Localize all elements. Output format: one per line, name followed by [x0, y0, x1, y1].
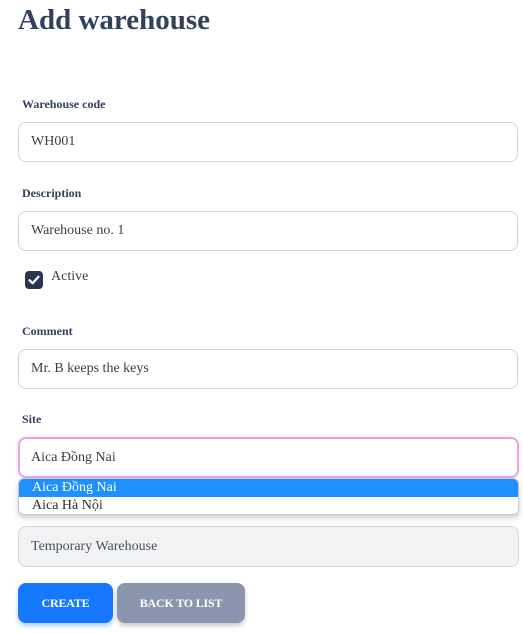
warehouse-type-value: Temporary Warehouse: [31, 538, 158, 554]
site-option-dong-nai[interactable]: Aica Đồng Nai: [19, 479, 518, 497]
description-input[interactable]: Warehouse no. 1: [18, 211, 518, 251]
comment-input[interactable]: Mr. B keeps the keys: [18, 349, 518, 389]
page-title: Add warehouse: [18, 4, 211, 36]
site-select[interactable]: Aica Đồng Nai: [18, 437, 519, 478]
comment-label: Comment: [22, 324, 73, 338]
warehouse-type-field[interactable]: Temporary Warehouse: [18, 526, 519, 567]
site-selected-value: Aica Đồng Nai: [31, 449, 116, 465]
warehouse-code-input[interactable]: WH001: [18, 122, 518, 162]
warehouse-code-label: Warehouse code: [22, 97, 106, 111]
site-label: Site: [22, 412, 42, 426]
checkmark-icon: [28, 275, 40, 285]
site-dropdown-list: Aica Đồng Nai Aica Hà Nội: [18, 478, 519, 515]
active-checkbox[interactable]: [25, 271, 43, 289]
description-value: Warehouse no. 1: [31, 223, 125, 238]
site-option-ha-noi[interactable]: Aica Hà Nội: [19, 497, 518, 514]
comment-value: Mr. B keeps the keys: [31, 361, 149, 376]
active-checkbox-row[interactable]: Active: [25, 269, 89, 289]
description-label: Description: [22, 186, 82, 200]
back-to-list-button[interactable]: BACK TO LIST: [117, 583, 245, 623]
warehouse-code-value: WH001: [31, 134, 76, 149]
active-label: Active: [51, 269, 89, 284]
create-button[interactable]: CREATE: [18, 583, 113, 623]
